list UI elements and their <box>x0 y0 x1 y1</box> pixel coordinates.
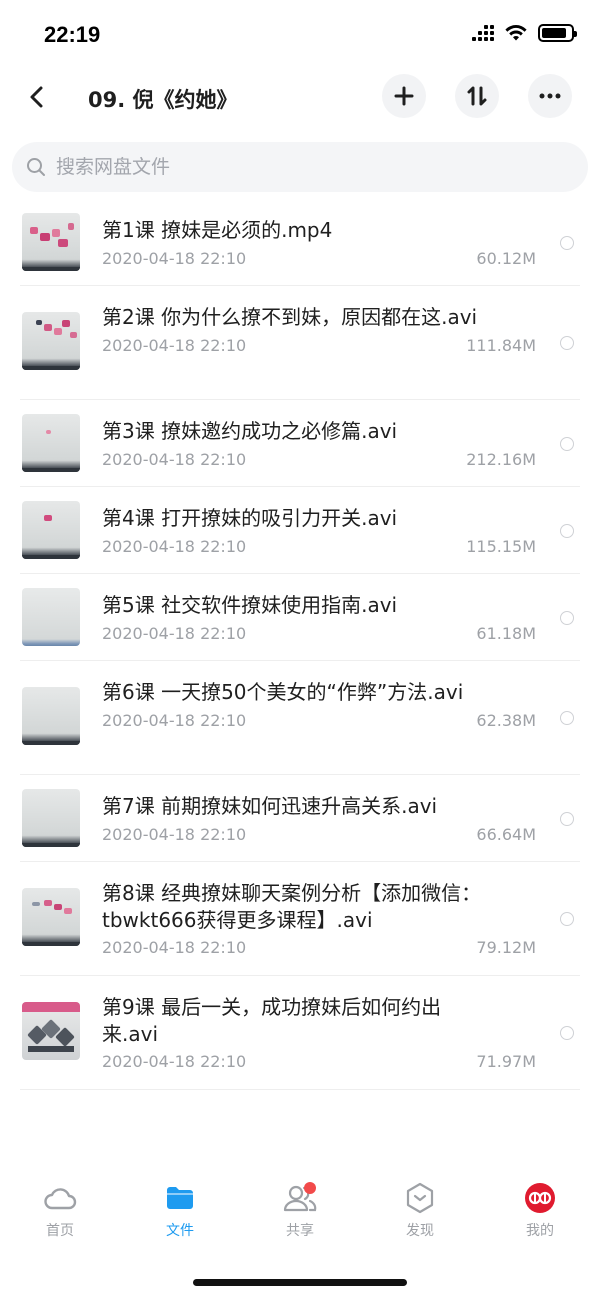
add-button[interactable] <box>382 74 426 118</box>
page-title: 09. 倪《约她》 <box>88 88 238 112</box>
file-size: 71.97M <box>476 1052 536 1071</box>
tab-label: 发现 <box>406 1223 434 1239</box>
video-thumbnail <box>22 213 80 271</box>
tab-me[interactable]: 我的 <box>480 1180 600 1250</box>
file-name: 第5课 社交软件撩妹使用指南.avi <box>102 593 398 617</box>
file-date: 2020-04-18 22:10 <box>102 825 247 844</box>
cloud-icon <box>42 1180 78 1216</box>
file-row[interactable]: 第6课 一天撩50个美女的“作弊”方法.avi 2020-04-18 22:10… <box>20 661 580 775</box>
file-row[interactable]: 第7课 前期撩妹如何迅速升高关系.avi 2020-04-18 22:10 66… <box>20 775 580 862</box>
file-size: 60.12M <box>476 249 536 268</box>
file-size: 61.18M <box>476 624 536 643</box>
header: 09. 倪《约她》 <box>0 72 600 124</box>
select-checkbox[interactable] <box>560 611 574 625</box>
battery-icon <box>538 24 577 42</box>
more-button[interactable] <box>528 74 572 118</box>
more-dots-icon <box>539 93 561 99</box>
file-row[interactable]: 第4课 打开撩妹的吸引力开关.avi 2020-04-18 22:10 115.… <box>20 487 580 574</box>
file-date: 2020-04-18 22:10 <box>102 1052 247 1071</box>
file-list: 第1课 撩妹是必须的.mp4 2020-04-18 22:10 60.12M 第… <box>0 199 600 1090</box>
file-date: 2020-04-18 22:10 <box>102 537 247 556</box>
wifi-icon <box>505 24 527 41</box>
tab-label: 首页 <box>46 1223 74 1239</box>
file-name: 第9课 最后一关，成功撩妹后如何约出来.avi <box>102 995 442 1046</box>
file-date: 2020-04-18 22:10 <box>102 450 247 469</box>
search-input[interactable] <box>56 156 556 178</box>
status-icons <box>472 24 577 42</box>
file-name: 第3课 撩妹邀约成功之必修篇.avi <box>102 419 398 443</box>
file-name: 第4课 打开撩妹的吸引力开关.avi <box>102 506 398 530</box>
home-indicator <box>193 1279 407 1286</box>
select-checkbox[interactable] <box>560 711 574 725</box>
plus-icon <box>394 86 414 106</box>
select-checkbox[interactable] <box>560 336 574 350</box>
file-row[interactable]: 第2课 你为什么撩不到妹，原因都在这.avi 2020-04-18 22:10 … <box>20 286 580 400</box>
tab-discover[interactable]: 发现 <box>360 1180 480 1250</box>
file-row[interactable]: 第5课 社交软件撩妹使用指南.avi 2020-04-18 22:10 61.1… <box>20 574 580 661</box>
file-size: 66.64M <box>476 825 536 844</box>
back-button[interactable] <box>22 82 52 112</box>
file-size: 79.12M <box>476 938 536 957</box>
file-name: 第7课 前期撩妹如何迅速升高关系.avi <box>102 794 438 818</box>
select-checkbox[interactable] <box>560 524 574 538</box>
search-bar[interactable] <box>12 142 588 192</box>
file-size: 111.84M <box>466 336 536 355</box>
select-checkbox[interactable] <box>560 1026 574 1040</box>
tab-files[interactable]: 文件 <box>120 1180 240 1250</box>
file-size: 115.15M <box>466 537 536 556</box>
file-size: 62.38M <box>476 711 536 730</box>
file-row[interactable]: 第1课 撩妹是必须的.mp4 2020-04-18 22:10 60.12M <box>20 199 580 286</box>
select-checkbox[interactable] <box>560 812 574 826</box>
video-thumbnail <box>22 789 80 847</box>
sort-arrows-icon <box>467 86 487 106</box>
select-checkbox[interactable] <box>560 912 574 926</box>
tab-home[interactable]: 首页 <box>0 1180 120 1250</box>
select-checkbox[interactable] <box>560 437 574 451</box>
discover-icon <box>402 1180 438 1216</box>
file-size: 212.16M <box>466 450 536 469</box>
video-thumbnail <box>22 1002 80 1060</box>
folder-icon <box>162 1180 198 1216</box>
tab-share[interactable]: 共享 <box>240 1180 360 1250</box>
file-row[interactable]: 第8课 经典撩妹聊天案例分析【添加微信：tbwkt666获得更多课程】.avi … <box>20 862 580 976</box>
search-icon <box>27 158 45 176</box>
tab-bar: 首页 文件 共享 发现 我的 <box>0 1180 600 1250</box>
file-name: 第2课 你为什么撩不到妹，原因都在这.avi <box>102 305 478 329</box>
cellular-signal-icon <box>472 25 494 41</box>
tab-label: 文件 <box>166 1223 194 1239</box>
video-thumbnail <box>22 588 80 646</box>
file-date: 2020-04-18 22:10 <box>102 624 247 643</box>
file-row[interactable]: 第3课 撩妹邀约成功之必修篇.avi 2020-04-18 22:10 212.… <box>20 400 580 487</box>
video-thumbnail <box>22 501 80 559</box>
sort-button[interactable] <box>455 74 499 118</box>
status-time: 22:19 <box>44 22 101 47</box>
file-name: 第8课 经典撩妹聊天案例分析【添加微信：tbwkt666获得更多课程】.avi <box>102 881 482 932</box>
video-thumbnail <box>22 414 80 472</box>
file-date: 2020-04-18 22:10 <box>102 249 247 268</box>
tab-label: 我的 <box>526 1223 554 1239</box>
chevron-left-icon <box>30 86 43 108</box>
video-thumbnail <box>22 312 80 370</box>
file-row[interactable]: 第9课 最后一关，成功撩妹后如何约出来.avi 2020-04-18 22:10… <box>20 976 580 1090</box>
status-bar: 22:19 <box>0 0 600 72</box>
file-name: 第1课 撩妹是必须的.mp4 <box>102 218 333 242</box>
file-date: 2020-04-18 22:10 <box>102 336 247 355</box>
file-date: 2020-04-18 22:10 <box>102 938 247 957</box>
battery-level <box>542 28 566 38</box>
video-thumbnail <box>22 888 80 946</box>
file-name: 第6课 一天撩50个美女的“作弊”方法.avi <box>102 680 464 704</box>
avatar-icon <box>522 1180 558 1216</box>
video-thumbnail <box>22 687 80 745</box>
file-date: 2020-04-18 22:10 <box>102 711 247 730</box>
tab-label: 共享 <box>286 1223 314 1239</box>
select-checkbox[interactable] <box>560 236 574 250</box>
notification-badge <box>304 1182 316 1194</box>
